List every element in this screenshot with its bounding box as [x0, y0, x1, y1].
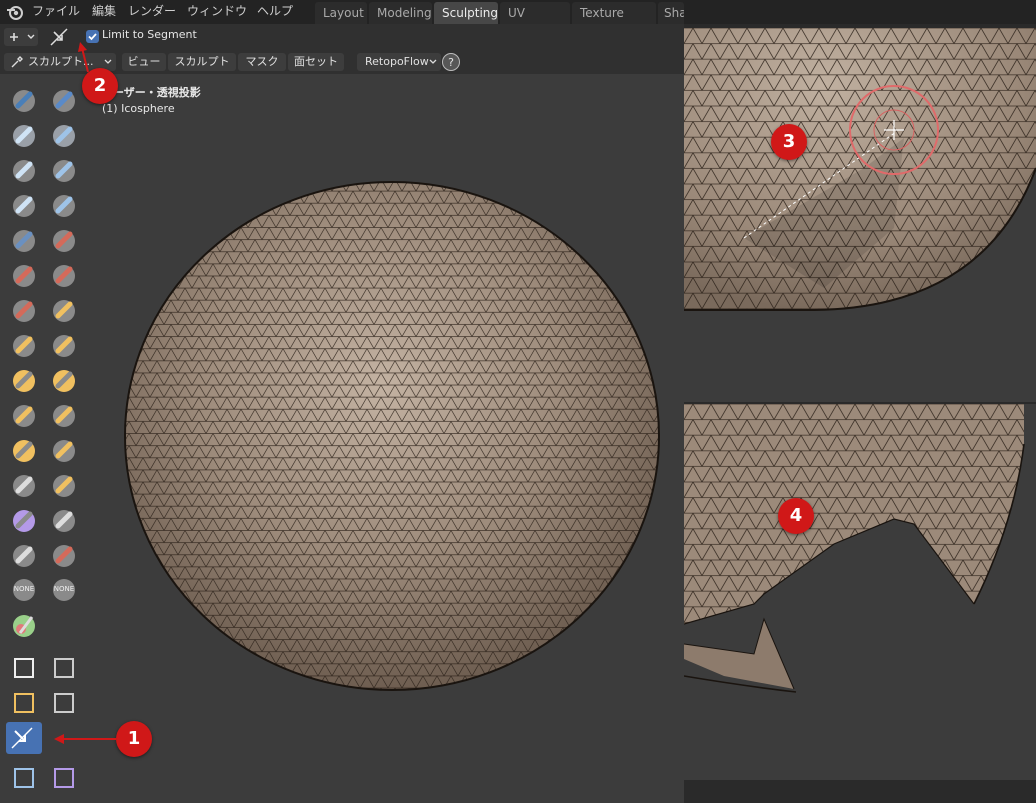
annotation-arrow-2 — [78, 42, 89, 73]
pinch-brush-icon[interactable] — [8, 329, 40, 361]
annotation-marker-4: 4 — [778, 498, 814, 534]
annotation-marker-1: 1 — [116, 721, 152, 757]
top-bar: ファイル 編集 レンダー ウィンドウ ヘルプ Layout Modeling S… — [0, 0, 1036, 42]
tab-shading[interactable]: Shad — [658, 2, 684, 24]
tab-sculpting[interactable]: Sculpting — [434, 2, 498, 24]
none-brush-icon[interactable]: NONE — [8, 574, 40, 606]
limit-to-segment-label[interactable]: Limit to Segment — [102, 28, 197, 41]
before-cut-image — [684, 28, 1036, 344]
fill-brush-icon[interactable] — [48, 259, 80, 291]
none-label: NONE — [13, 585, 35, 593]
help-button[interactable]: ? — [442, 53, 460, 71]
clay-brush-icon[interactable] — [8, 119, 40, 151]
grab-tool-icon — [10, 33, 35, 41]
crease-brush-icon[interactable] — [8, 224, 40, 256]
clay-thumb-brush-icon[interactable] — [8, 154, 40, 186]
blender-logo-icon[interactable] — [6, 3, 24, 21]
box-hide-icon[interactable] — [48, 652, 80, 684]
paint-brush-icon[interactable] — [8, 609, 40, 641]
elastic-deform-brush-icon[interactable] — [8, 364, 40, 396]
box-mask-icon[interactable] — [8, 652, 40, 684]
menu-face-sets[interactable]: 面セット — [288, 53, 344, 71]
thumb-brush-icon[interactable] — [8, 399, 40, 431]
none-brush-icon[interactable]: NONE — [48, 574, 80, 606]
inflate-brush-icon[interactable] — [8, 189, 40, 221]
retopoflow-dropdown[interactable]: RetopoFlow — [357, 53, 441, 71]
box-face-set-icon[interactable] — [8, 687, 40, 719]
tab-modeling[interactable]: Modeling — [369, 2, 432, 24]
smooth-brush-icon[interactable] — [48, 224, 80, 256]
icosphere-mesh — [124, 181, 660, 691]
cloth-filter-icon[interactable] — [48, 762, 80, 794]
annotation-marker-3: 3 — [771, 124, 807, 160]
chevron-down-icon — [104, 59, 112, 64]
menu-view[interactable]: ビュー — [122, 53, 166, 71]
panel-divider — [684, 316, 1036, 402]
cloth-brush-icon[interactable] — [8, 504, 40, 536]
draw-sharp-brush-icon[interactable] — [48, 84, 80, 116]
tool-settings-header: Limit to Segment — [0, 24, 684, 50]
tool-shelf: NONE NONE — [0, 74, 86, 803]
box-trim-icon[interactable] — [48, 687, 80, 719]
tab-texture-paint[interactable]: Texture Paint — [572, 2, 656, 42]
menu-help[interactable]: ヘルプ — [257, 0, 293, 24]
tab-uv-editing[interactable]: UV Editing — [500, 2, 570, 42]
after-cut-image — [684, 404, 1036, 780]
boundary-brush-icon[interactable] — [48, 469, 80, 501]
blob-brush-icon[interactable] — [48, 189, 80, 221]
object-name: (1) Icosphere — [102, 102, 175, 115]
grab-brush-icon[interactable] — [48, 329, 80, 361]
slide-relax-brush-icon[interactable] — [8, 469, 40, 501]
rotate-brush-icon[interactable] — [48, 434, 80, 466]
layer-brush-icon[interactable] — [48, 154, 80, 186]
menu-mask[interactable]: マスク — [238, 53, 286, 71]
annotation-arrow-1 — [54, 734, 116, 744]
sculpt-brush-icon — [11, 56, 23, 68]
3d-viewport[interactable]: ユーザー・透視投影 (1) Icosphere — [86, 74, 684, 803]
tab-layout[interactable]: Layout — [315, 2, 367, 24]
flatten-brush-icon[interactable] — [8, 259, 40, 291]
tool-dropdown[interactable] — [4, 28, 38, 46]
simplify-brush-icon[interactable] — [48, 504, 80, 536]
clay-strips-brush-icon[interactable] — [48, 119, 80, 151]
draw-brush-icon[interactable] — [8, 84, 40, 116]
menu-file[interactable]: ファイル — [32, 0, 80, 24]
snake-hook-brush-icon[interactable] — [48, 364, 80, 396]
menu-window[interactable]: ウィンドウ — [187, 0, 247, 24]
menu-render[interactable]: レンダー — [128, 0, 176, 24]
mask-brush-icon[interactable] — [8, 539, 40, 571]
retopoflow-label: RetopoFlow — [365, 55, 429, 68]
scrape-brush-icon[interactable] — [8, 294, 40, 326]
menu-sculpt[interactable]: スカルプト — [168, 53, 236, 71]
line-project-icon[interactable] — [6, 722, 42, 754]
line-project-tool-icon — [50, 28, 68, 46]
nudge-brush-icon[interactable] — [8, 434, 40, 466]
draw-face-sets-brush-icon[interactable] — [48, 539, 80, 571]
mesh-filter-icon[interactable] — [8, 762, 40, 794]
pose-brush-icon[interactable] — [48, 399, 80, 431]
chevron-down-icon — [429, 59, 437, 64]
menu-edit[interactable]: 編集 — [92, 0, 116, 24]
comparison-panel — [684, 24, 1036, 803]
multiplane-scrape-brush-icon[interactable] — [48, 294, 80, 326]
none-label: NONE — [53, 585, 75, 593]
